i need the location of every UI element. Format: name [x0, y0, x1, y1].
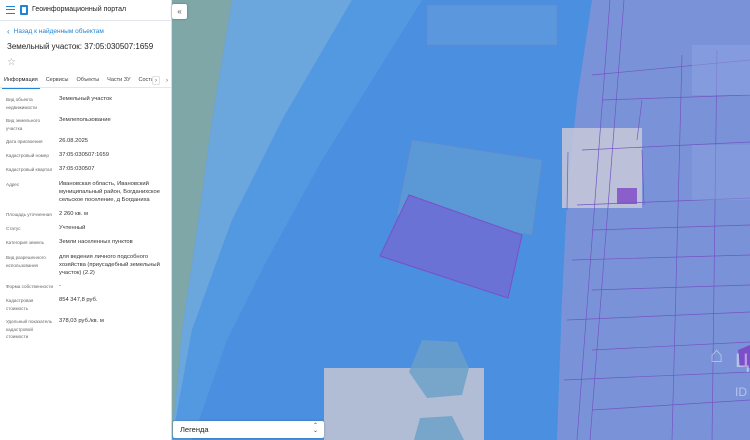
attr-label: Форма собственности — [6, 284, 54, 289]
chevron-updown-icon: ⌃ ⌄ — [312, 423, 318, 434]
watermark-text: циан — [735, 345, 750, 373]
attr-label: Вид земельного участка — [6, 118, 41, 131]
info-panel: Геоинформационный портал ‹ Назад к найде… — [0, 0, 172, 440]
legend-label: Легенда — [180, 425, 209, 434]
chevron-right-icon[interactable]: › — [152, 76, 160, 85]
tab-parts[interactable]: Части ЗУ — [103, 74, 134, 88]
watermark-logo-icon: ⌂ — [710, 342, 724, 367]
map-layers — [172, 0, 750, 440]
attr-value: для ведения личного подсобного хозяйства… — [59, 254, 160, 276]
attr-label: Вид объекта недвижимости — [6, 97, 37, 110]
menu-icon[interactable] — [6, 6, 15, 14]
attr-label: Площадь уточненная — [6, 212, 52, 217]
attr-label: Дата присвоения — [6, 139, 43, 144]
portal-logo-icon — [20, 5, 28, 15]
parcel[interactable] — [426, 4, 558, 46]
tab-info[interactable]: Информация — [0, 74, 42, 89]
attr-label: Категория земель — [6, 240, 44, 245]
star-icon[interactable]: ☆ — [7, 57, 16, 68]
legend-dropdown[interactable]: Легенда ⌃ ⌄ — [173, 421, 324, 438]
attr-label: Кадастровый квартал — [6, 167, 53, 172]
more-tabs-icon[interactable]: › — [162, 74, 171, 87]
attr-label: Статус — [6, 226, 21, 231]
tab-services[interactable]: Сервисы — [42, 74, 73, 88]
attr-value: - — [59, 283, 61, 289]
attr-value: 2 260 кв. м — [59, 211, 88, 217]
attr-label: Вид разрешенного использования — [6, 255, 46, 268]
double-chevron-left-icon: « — [177, 7, 182, 16]
attr-value: Землепользование — [59, 117, 111, 123]
tab-bar: Информация Сервисы Объекты Части ЗУ Сост… — [0, 74, 171, 89]
object-title: Земельный участок: 37:05:030507:1659 — [7, 42, 154, 51]
attr-value: Ивановская область, Ивановский муниципал… — [59, 181, 160, 203]
parcel[interactable] — [692, 45, 750, 95]
attr-label: Удельный показатель кадастровой стоимост… — [6, 319, 53, 339]
attr-value: Земельный участок — [59, 96, 112, 102]
parcel[interactable] — [692, 145, 750, 200]
attr-value: Земли населенных пунктов — [59, 239, 133, 245]
attr-label: Адрес — [6, 182, 20, 187]
attr-label: Кадастровый номер — [6, 153, 49, 158]
attr-label: Кадастровая стоимость — [6, 298, 34, 311]
attr-value: 37:05:030507:1659 — [59, 152, 109, 158]
attr-value: 37:05:030507 — [59, 166, 95, 172]
attr-value: 26.08.2025 — [59, 138, 89, 144]
portal-title: Геоинформационный портал — [32, 6, 127, 13]
back-to-results-link[interactable]: ‹ Назад к найденным объектам — [7, 26, 104, 36]
back-link-label: Назад к найденным объектам — [13, 28, 104, 35]
chevron-left-icon: ‹ — [7, 26, 10, 36]
tab-objects[interactable]: Объекты — [72, 74, 103, 88]
collapse-panel-button[interactable]: « — [172, 4, 187, 19]
watermark-id: ID 3309•••38 — [735, 385, 750, 399]
attr-value: 378,03 руб./кв. м — [59, 318, 104, 324]
map-canvas[interactable]: ⌂ циан ID 3309•••38 — [172, 0, 750, 440]
panel-header: Геоинформационный портал — [0, 0, 171, 21]
attr-value: Учтенный — [59, 225, 86, 231]
attr-value: 854 347,8 руб. — [59, 297, 98, 303]
building — [617, 188, 637, 204]
